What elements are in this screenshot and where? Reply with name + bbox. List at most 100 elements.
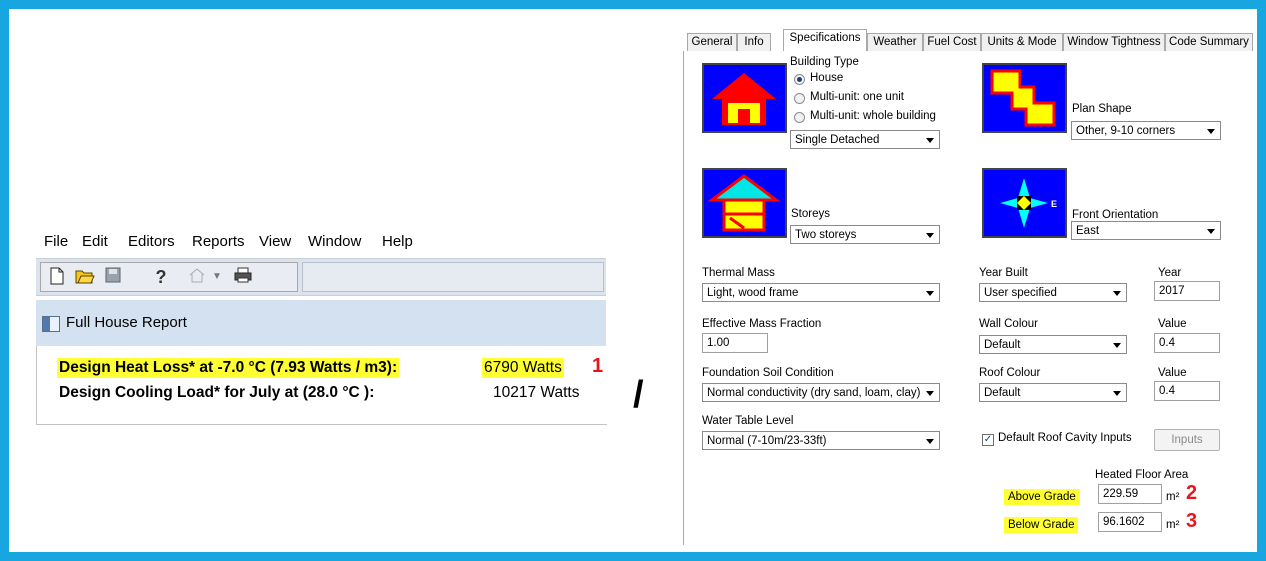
water-table-select[interactable]: Normal (7-10m/23-33ft)	[702, 431, 940, 450]
toolbar: ? ▼	[36, 258, 606, 296]
thermal-mass-label: Thermal Mass	[702, 267, 775, 279]
wall-value-input[interactable]: 0.4	[1154, 333, 1220, 353]
building-type-label: Building Type	[790, 56, 859, 68]
menu-edit[interactable]: Edit	[82, 233, 108, 250]
toolbar-group: ? ▼	[40, 262, 298, 292]
home-icon[interactable]	[187, 267, 207, 287]
storeys-label: Storeys	[791, 208, 830, 220]
foundation-soil-select[interactable]: Normal conductivity (dry sand, loam, cla…	[702, 383, 940, 402]
chevron-down-icon	[926, 439, 934, 444]
chevron-down-icon	[1113, 291, 1121, 296]
menu-bar: File Edit Editors Reports View Window He…	[36, 230, 606, 254]
compass-icon: E	[982, 168, 1067, 238]
front-orientation-label: Front Orientation	[1072, 209, 1159, 221]
tab-window-tightness[interactable]: Window Tightness	[1063, 33, 1165, 51]
inputs-button[interactable]: Inputs	[1154, 429, 1220, 451]
above-grade-input[interactable]: 229.59	[1098, 484, 1162, 504]
help-question-icon[interactable]: ?	[151, 267, 171, 287]
separator-slash: /	[633, 374, 644, 416]
radio-multi-whole[interactable]	[794, 112, 805, 123]
tab-general[interactable]: General	[687, 33, 737, 51]
tab-info[interactable]: Info	[737, 33, 771, 51]
wall-colour-select[interactable]: Default	[979, 335, 1127, 354]
water-table-value: Normal (7-10m/23-33ft)	[707, 435, 827, 447]
roof-colour-value: Default	[984, 387, 1021, 399]
radio-house[interactable]	[794, 74, 805, 85]
tab-code-summary[interactable]: Code Summary	[1165, 33, 1253, 51]
report-title-bar: Full House Report	[36, 300, 606, 347]
year-label: Year	[1158, 267, 1182, 279]
roof-value-input[interactable]: 0.4	[1154, 381, 1220, 401]
radio-house-label: House	[810, 72, 844, 84]
storeys-value: Two storeys	[795, 229, 857, 241]
effective-mass-input[interactable]: 1.00	[702, 333, 768, 353]
above-grade-label: Above Grade	[1004, 489, 1080, 505]
chevron-down-icon[interactable]: ▼	[207, 267, 227, 287]
menu-file[interactable]: File	[44, 233, 68, 250]
year-built-label: Year Built	[979, 267, 1028, 279]
cooling-load-value: 10217 Watts	[493, 384, 580, 401]
wall-value-label: Value	[1158, 318, 1187, 330]
tab-fuel-cost[interactable]: Fuel Cost	[923, 33, 981, 51]
effective-mass-label: Effective Mass Fraction	[702, 318, 822, 330]
below-grade-label: Below Grade	[1004, 517, 1079, 533]
radio-multi-one-label: Multi-unit: one unit	[810, 91, 904, 103]
foundation-soil-value: Normal conductivity (dry sand, loam, cla…	[707, 387, 921, 399]
report-document-icon	[42, 316, 60, 332]
wall-colour-label: Wall Colour	[979, 318, 1039, 330]
house-icon	[702, 63, 787, 133]
marker-1: 1	[592, 355, 604, 377]
plan-shape-select[interactable]: Other, 9-10 corners	[1071, 121, 1221, 140]
building-subtype-select[interactable]: Single Detached	[790, 130, 940, 149]
heated-floor-area-title: Heated Floor Area	[1095, 469, 1189, 481]
menu-window[interactable]: Window	[308, 233, 361, 250]
new-file-icon[interactable]	[47, 267, 67, 287]
roof-value-label: Value	[1158, 367, 1187, 379]
chevron-down-icon	[926, 138, 934, 143]
save-icon[interactable]	[103, 267, 123, 287]
menu-help[interactable]: Help	[382, 233, 413, 250]
chevron-down-icon	[926, 233, 934, 238]
menu-editors[interactable]: Editors	[128, 233, 175, 250]
heat-loss-value: 6790 Watts	[482, 358, 564, 378]
front-orientation-select[interactable]: East	[1071, 221, 1221, 240]
year-input[interactable]: 2017	[1154, 281, 1220, 301]
radio-multi-one[interactable]	[794, 93, 805, 104]
tab-specifications[interactable]: Specifications	[783, 29, 867, 52]
roof-colour-select[interactable]: Default	[979, 383, 1127, 402]
radio-multi-whole-label: Multi-unit: whole building	[810, 110, 936, 122]
chevron-down-icon	[926, 291, 934, 296]
toolbar-empty-area	[302, 262, 604, 292]
menu-reports[interactable]: Reports	[192, 233, 245, 250]
year-built-select[interactable]: User specified	[979, 283, 1127, 302]
specifications-dialog: General Info Specifications Weather Fuel…	[683, 25, 1254, 545]
year-built-value: User specified	[984, 287, 1057, 299]
roof-cavity-label: Default Roof Cavity Inputs	[998, 432, 1132, 444]
front-orientation-value: East	[1076, 225, 1100, 237]
marker-3: 3	[1186, 510, 1198, 532]
building-subtype-value: Single Detached	[795, 134, 880, 146]
report-body: Design Heat Loss* at -7.0 °C (7.93 Watts…	[36, 346, 607, 425]
marker-2: 2	[1186, 482, 1198, 504]
wall-colour-value: Default	[984, 339, 1021, 351]
thermal-mass-select[interactable]: Light, wood frame	[702, 283, 940, 302]
plan-shape-label: Plan Shape	[1072, 103, 1132, 115]
plan-shape-value: Other, 9-10 corners	[1076, 125, 1176, 137]
foundation-soil-label: Foundation Soil Condition	[702, 367, 834, 379]
below-grade-unit: m²	[1166, 519, 1180, 531]
specifications-panel: Building Type House Multi-unit: one unit…	[683, 51, 1254, 545]
tab-strip: General Info Specifications Weather Fuel…	[683, 29, 1253, 52]
plan-shape-icon	[982, 63, 1067, 133]
storeys-select[interactable]: Two storeys	[790, 225, 940, 244]
chevron-down-icon	[926, 391, 934, 396]
compass-letter: E	[1051, 199, 1057, 209]
tab-units-mode[interactable]: Units & Mode	[981, 33, 1063, 51]
cooling-load-label: Design Cooling Load* for July at (28.0 °…	[59, 384, 375, 401]
below-grade-input[interactable]: 96.1602	[1098, 512, 1162, 532]
open-folder-icon[interactable]	[75, 267, 95, 287]
above-grade-unit: m²	[1166, 491, 1180, 503]
roof-cavity-checkbox[interactable]: ✓	[982, 434, 994, 446]
tab-weather[interactable]: Weather	[867, 33, 923, 51]
print-icon[interactable]	[233, 267, 253, 287]
menu-view[interactable]: View	[259, 233, 291, 250]
